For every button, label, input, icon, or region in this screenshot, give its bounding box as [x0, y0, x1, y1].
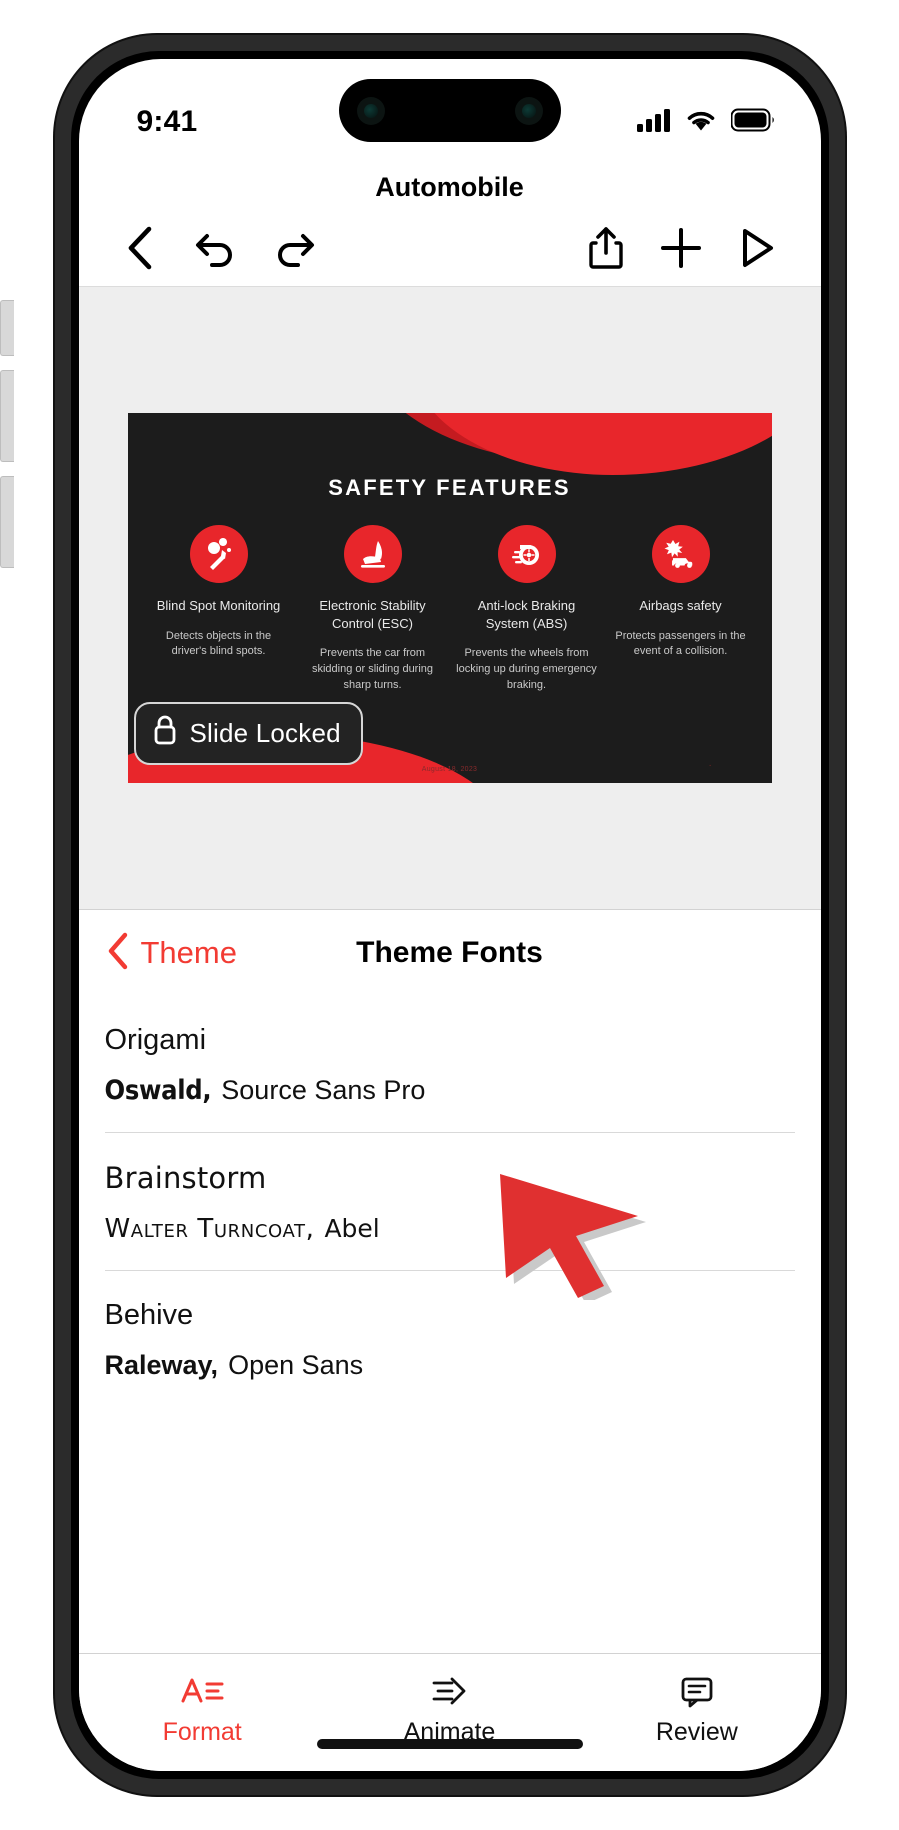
panel-back-button[interactable]: Theme: [105, 931, 237, 976]
comment-bubble-icon: [573, 1670, 820, 1712]
feature-item: Airbags safety Protects passengers in th…: [604, 525, 758, 694]
tab-format[interactable]: Format: [79, 1670, 326, 1747]
dynamic-island: [338, 79, 561, 142]
undo-arrow-icon: [193, 228, 237, 273]
battery-icon: [730, 108, 775, 137]
face-id-sensor-icon: [514, 96, 543, 125]
phone-bezel: 9:41 Automobile SAFETY FEATURES Blind Sp…: [70, 51, 829, 1779]
slide-page-marker: .: [708, 758, 712, 769]
lock-closed-icon: [152, 714, 178, 753]
feature-title: Anti-lock Braking System (ABS): [477, 598, 576, 631]
back-button[interactable]: [123, 225, 157, 276]
slide-canvas[interactable]: SAFETY FEATURES Blind Spot Monitoring De…: [78, 287, 821, 909]
theme-font-row-behive[interactable]: Behive Raleway, Open Sans: [105, 1271, 795, 1407]
theme-font-list: Origami Oswald, Source Sans Pro Brainstor…: [79, 996, 821, 1653]
heading-font-name: Oswald,: [104, 1075, 212, 1106]
cellular-bars-icon: [636, 108, 671, 137]
feature-description: Protects passengers in the event of a co…: [615, 629, 746, 658]
feature-description: Prevents the wheels from locking up duri…: [456, 647, 597, 691]
theme-font-row-origami[interactable]: Origami Oswald, Source Sans Pro: [104, 996, 795, 1133]
document-title[interactable]: Automobile: [375, 172, 524, 203]
theme-name: Origami: [104, 1024, 207, 1056]
wifi-icon: [684, 108, 718, 137]
feature-item: Blind Spot Monitoring Detects objects in…: [142, 525, 296, 694]
front-camera-lens-icon: [356, 96, 385, 125]
theme-name: Behive: [104, 1299, 194, 1331]
car-seat-icon: [343, 525, 402, 583]
format-text-icon: [79, 1670, 326, 1712]
feature-title: Airbags safety: [639, 598, 722, 613]
feature-title: Blind Spot Monitoring: [156, 598, 281, 613]
play-triangle-icon: [737, 226, 777, 275]
redo-button[interactable]: [273, 228, 317, 273]
animate-arrow-icon: [326, 1670, 573, 1712]
airbag-person-icon: [189, 525, 248, 583]
volume-up-button[interactable]: [0, 370, 14, 462]
status-bar: 9:41: [79, 59, 821, 159]
home-indicator: [316, 1739, 583, 1749]
body-font-name: Abel: [324, 1214, 380, 1243]
slide-date-caption: August 18, 2023: [421, 766, 478, 773]
editor-toolbar: [78, 215, 821, 287]
car-crash-icon: [651, 525, 710, 583]
tab-label: Format: [162, 1718, 242, 1746]
body-font-name: Source Sans Pro: [221, 1075, 426, 1105]
volume-down-button[interactable]: [0, 476, 14, 568]
panel-header: Theme Theme Fonts: [79, 910, 821, 996]
slide-title: SAFETY FEATURES: [328, 475, 571, 500]
add-button[interactable]: [659, 226, 703, 275]
panel-back-label: Theme: [140, 935, 237, 970]
slide-locked-label: Slide Locked: [189, 718, 341, 748]
theme-font-pair: Raleway, Open Sans: [105, 1350, 795, 1381]
feature-item: Electronic Stability Control (ESC) Preve…: [296, 525, 450, 694]
theme-font-pair: Walter Turncoat, Abel: [105, 1213, 795, 1244]
feature-title: Electronic Stability Control (ESC): [319, 598, 426, 631]
feature-item: Anti-lock Braking System (ABS) Prevents …: [450, 525, 604, 694]
chevron-left-icon: [123, 225, 157, 276]
status-indicators: [636, 108, 775, 137]
undo-button[interactable]: [193, 228, 237, 273]
phone-screen: 9:41 Automobile SAFETY FEATURES Blind Sp…: [78, 59, 821, 1771]
heading-font-name: Raleway,: [104, 1350, 219, 1380]
slide-locked-badge[interactable]: Slide Locked: [133, 702, 363, 765]
silent-switch[interactable]: [0, 300, 14, 356]
status-clock: 9:41: [136, 105, 198, 138]
heading-font-name: Walter Turncoat,: [104, 1214, 315, 1244]
theme-fonts-panel: Theme Theme Fonts Origami Oswald, Source …: [78, 909, 821, 1771]
theme-font-row-brainstorm[interactable]: Brainstorm Walter Turncoat, Abel: [104, 1133, 795, 1271]
phone-frame: 9:41 Automobile SAFETY FEATURES Blind Sp…: [54, 35, 845, 1795]
chevron-left-icon: [105, 931, 131, 976]
body-font-name: Open Sans: [228, 1350, 364, 1380]
slide-feature-list: Blind Spot Monitoring Detects objects in…: [128, 525, 772, 694]
bottom-tab-bar: Format Animate Review: [78, 1653, 821, 1771]
tab-review[interactable]: Review: [573, 1670, 820, 1747]
phone-side-buttons: [0, 300, 24, 582]
play-presentation-button[interactable]: [737, 226, 777, 275]
feature-description: Detects objects in the driver's blind sp…: [165, 629, 272, 658]
redo-arrow-icon: [273, 228, 317, 273]
plus-icon: [659, 226, 703, 275]
theme-font-pair: Oswald, Source Sans Pro: [105, 1075, 795, 1106]
slide[interactable]: SAFETY FEATURES Blind Spot Monitoring De…: [127, 413, 772, 783]
theme-name: Brainstorm: [104, 1161, 267, 1195]
tab-label: Review: [655, 1718, 738, 1746]
share-upload-icon: [587, 225, 625, 276]
share-button[interactable]: [587, 225, 625, 276]
brake-disc-icon: [497, 525, 556, 583]
document-title-bar: Automobile: [79, 159, 821, 215]
tab-animate[interactable]: Animate: [326, 1670, 573, 1747]
feature-description: Prevents the car from skidding or slidin…: [311, 647, 434, 691]
